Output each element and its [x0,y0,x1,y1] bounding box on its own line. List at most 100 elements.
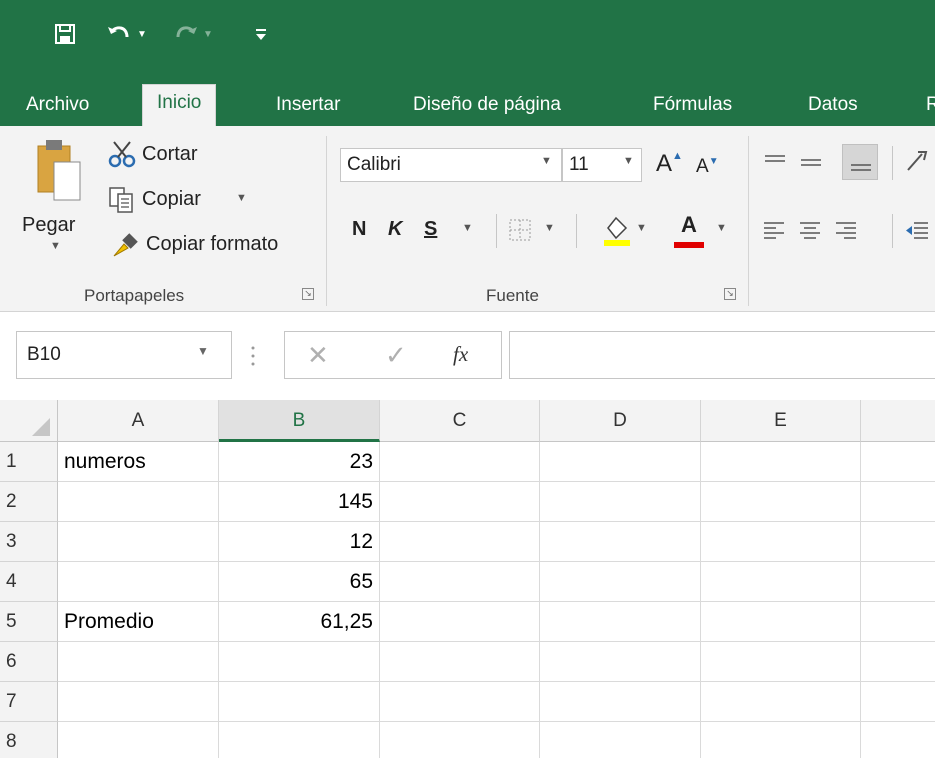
cell-d8[interactable] [540,722,701,758]
undo-dropdown-icon[interactable]: ▼ [134,18,150,50]
align-left-icon[interactable] [762,220,786,242]
tab-archivo[interactable]: Archivo [26,88,89,126]
cell-c8[interactable] [380,722,540,758]
paste-icon[interactable] [36,138,82,204]
enter-icon[interactable]: ✓ [385,340,407,371]
cell-f6[interactable] [861,642,935,682]
align-middle-icon[interactable] [800,152,822,172]
font-size-select[interactable]: 11 ▼ [562,148,642,182]
formula-input[interactable] [509,331,935,379]
customize-qat-icon[interactable] [252,18,270,50]
cell-a3[interactable] [58,522,219,562]
cell-e2[interactable] [701,482,861,522]
cell-e7[interactable] [701,682,861,722]
decrease-font-size-icon[interactable]: A▼ [696,156,719,178]
column-header-b[interactable]: B [219,400,380,442]
tab-inicio[interactable]: Inicio [142,84,217,126]
cell-e3[interactable] [701,522,861,562]
font-color-icon[interactable]: A [674,212,704,250]
cell-b8[interactable] [219,722,380,758]
cell-d3[interactable] [540,522,701,562]
cell-f2[interactable] [861,482,935,522]
font-launcher-icon[interactable]: ↘ [724,288,736,300]
cell-a8[interactable] [58,722,219,758]
tab-insertar[interactable]: Insertar [276,88,340,126]
cell-e1[interactable] [701,442,861,482]
align-right-icon[interactable] [834,220,858,242]
cell-a2[interactable] [58,482,219,522]
cell-e5[interactable] [701,602,861,642]
cell-b4[interactable]: 65 [219,562,380,602]
cell-b6[interactable] [219,642,380,682]
fill-color-icon[interactable] [602,214,632,248]
cell-d6[interactable] [540,642,701,682]
cell-d1[interactable] [540,442,701,482]
cut-button[interactable]: Cortar [142,143,198,166]
underline-dropdown-icon[interactable]: ▼ [462,222,473,234]
cell-a1[interactable]: numeros [58,442,219,482]
cell-d7[interactable] [540,682,701,722]
fill-color-dropdown-icon[interactable]: ▼ [636,222,647,234]
row-header[interactable]: 7 [0,682,58,722]
name-box[interactable]: B10 ▼ [16,331,232,379]
font-color-dropdown-icon[interactable]: ▼ [716,222,727,234]
cell-b5[interactable]: 61,25 [219,602,380,642]
cell-a6[interactable] [58,642,219,682]
row-header[interactable]: 6 [0,642,58,682]
decrease-indent-icon[interactable] [904,220,930,242]
row-header[interactable]: 8 [0,722,58,758]
italic-button[interactable]: K [388,218,402,241]
increase-font-size-icon[interactable]: A▲ [656,150,683,178]
column-header-c[interactable]: C [380,400,540,442]
cell-f8[interactable] [861,722,935,758]
insert-function-icon[interactable]: fx [453,342,468,367]
tab-revisar[interactable]: R [926,88,935,126]
orientation-icon[interactable] [904,148,930,176]
borders-dropdown-icon[interactable]: ▼ [544,222,555,234]
row-header[interactable]: 3 [0,522,58,562]
cell-d4[interactable] [540,562,701,602]
align-center-icon[interactable] [798,220,822,242]
paste-dropdown-icon[interactable]: ▼ [50,240,61,252]
column-header-f[interactable] [861,400,935,442]
cell-c4[interactable] [380,562,540,602]
align-bottom-icon[interactable] [842,144,878,180]
column-header-d[interactable]: D [540,400,701,442]
tab-datos[interactable]: Datos [808,88,858,126]
borders-icon[interactable] [508,218,532,242]
cell-c3[interactable] [380,522,540,562]
cell-c1[interactable] [380,442,540,482]
cell-c5[interactable] [380,602,540,642]
copy-button[interactable]: Copiar [142,188,201,211]
font-family-select[interactable]: Calibri ▼ [340,148,562,182]
cell-a4[interactable] [58,562,219,602]
cell-f7[interactable] [861,682,935,722]
cell-e8[interactable] [701,722,861,758]
formula-bar-splitter[interactable] [250,344,256,368]
cell-e4[interactable] [701,562,861,602]
cell-f4[interactable] [861,562,935,602]
bold-button[interactable]: N [352,218,366,241]
cell-b1[interactable]: 23 [219,442,380,482]
row-header[interactable]: 2 [0,482,58,522]
format-painter-button[interactable]: Copiar formato [146,233,278,256]
cell-a5[interactable]: Promedio [58,602,219,642]
row-header[interactable]: 5 [0,602,58,642]
cancel-icon[interactable]: ✕ [307,340,329,371]
cell-f5[interactable] [861,602,935,642]
row-header[interactable]: 4 [0,562,58,602]
cell-f3[interactable] [861,522,935,562]
cell-d5[interactable] [540,602,701,642]
clipboard-launcher-icon[interactable]: ↘ [302,288,314,300]
save-icon[interactable] [50,18,80,50]
cell-b3[interactable]: 12 [219,522,380,562]
underline-button[interactable]: S [424,218,437,241]
undo-icon[interactable] [104,18,134,50]
align-top-icon[interactable] [764,152,786,172]
cell-b2[interactable]: 145 [219,482,380,522]
tab-diseno-de-pagina[interactable]: Diseño de página [413,88,561,126]
cell-a7[interactable] [58,682,219,722]
cell-c2[interactable] [380,482,540,522]
select-all-button[interactable] [0,400,58,442]
cell-c6[interactable] [380,642,540,682]
